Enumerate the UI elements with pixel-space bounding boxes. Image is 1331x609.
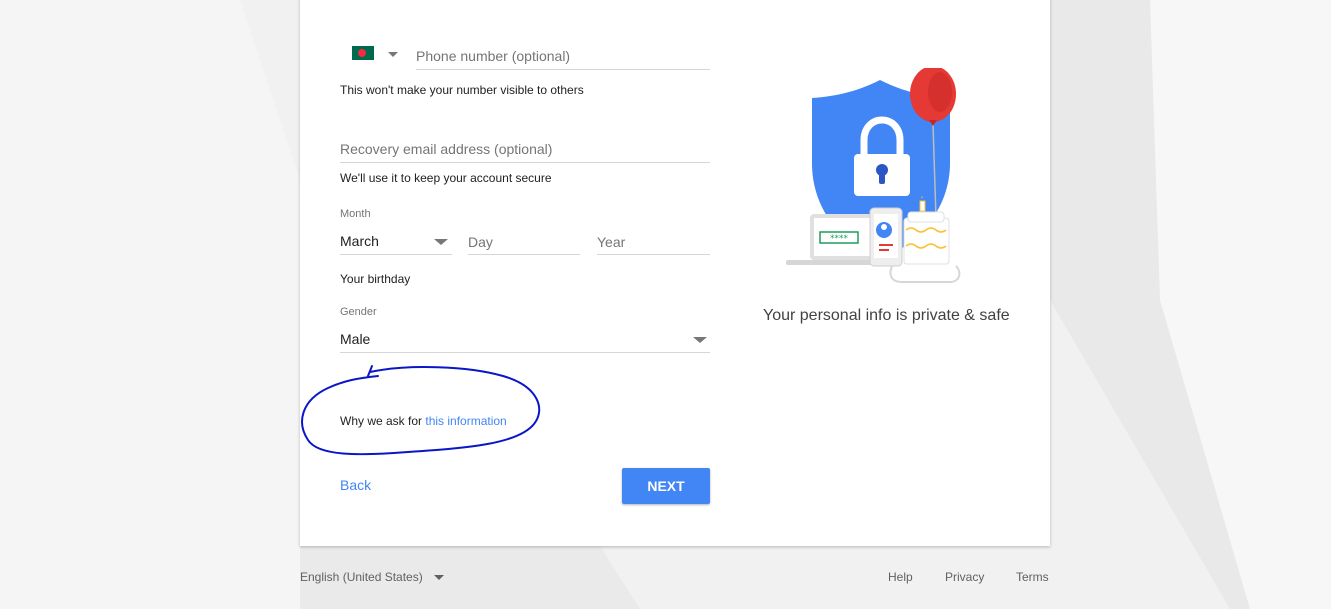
gender-underline (340, 352, 710, 353)
language-dropdown-icon (434, 575, 445, 581)
phone-underline (416, 69, 710, 70)
year-input[interactable]: Year (597, 234, 625, 250)
day-input[interactable]: Day (468, 234, 493, 250)
year-underline (597, 254, 710, 255)
day-underline (468, 254, 580, 255)
language-label: English (United States) (300, 570, 423, 584)
phone-icon (869, 207, 903, 267)
language-selector[interactable]: English (United States) (300, 570, 445, 584)
recovery-email-underline (340, 162, 710, 163)
svg-text:****: **** (830, 234, 849, 244)
signup-card: Phone number (optional) This won't make … (300, 0, 1050, 546)
recovery-email-input[interactable]: Recovery email address (optional) (340, 141, 552, 157)
month-underline (340, 254, 452, 255)
back-link[interactable]: Back (340, 477, 371, 493)
gender-dropdown-icon[interactable] (693, 337, 707, 343)
gender-select[interactable]: Male (340, 331, 370, 347)
privacy-link[interactable]: Privacy (945, 570, 984, 584)
illustration-caption: Your personal info is private & safe (763, 307, 1010, 324)
phone-helper-text: This won't make your number visible to o… (340, 83, 584, 97)
country-flag-icon[interactable] (352, 46, 374, 60)
month-label: Month (340, 208, 371, 220)
country-dropdown-icon[interactable] (388, 52, 398, 57)
month-dropdown-icon[interactable] (434, 239, 448, 245)
terms-link[interactable]: Terms (1016, 570, 1049, 584)
recovery-email-helper-text: We'll use it to keep your account secure (340, 171, 552, 185)
month-select[interactable]: March (340, 233, 379, 249)
next-button[interactable]: NEXT (622, 468, 710, 504)
annotation-circle-icon (301, 365, 541, 456)
birthday-helper-text: Your birthday (340, 272, 411, 286)
help-link[interactable]: Help (888, 570, 913, 584)
phone-number-input[interactable]: Phone number (optional) (416, 48, 570, 64)
gender-label: Gender (340, 306, 377, 318)
privacy-illustration: **** (786, 68, 961, 283)
